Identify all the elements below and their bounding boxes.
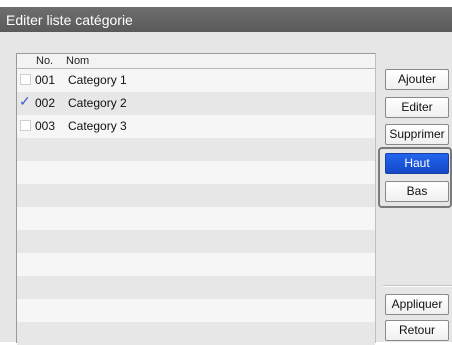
row-checkbox[interactable] [20, 120, 31, 131]
empty-row [17, 184, 375, 207]
list-row-003[interactable]: 003 Category 3 [17, 115, 375, 138]
empty-row [17, 161, 375, 184]
row-number: 002 [35, 96, 56, 110]
list-row-001[interactable]: 001 Category 1 [17, 69, 375, 92]
empty-row [17, 230, 375, 253]
list-header: No. Nom [17, 54, 375, 69]
category-list[interactable]: No. Nom 001 Category 1 ✓ 002 Category 2 … [16, 53, 376, 345]
haut-button[interactable]: Haut [385, 153, 449, 174]
row-name: Category 2 [68, 96, 127, 110]
title-bar: Editer liste catégorie [0, 0, 452, 34]
empty-row [17, 253, 375, 276]
supprimer-button[interactable]: Supprimer [385, 124, 449, 145]
separator [383, 285, 452, 287]
checkmark-icon[interactable]: ✓ [19, 94, 31, 108]
row-number: 003 [35, 119, 56, 133]
empty-row [17, 276, 375, 299]
action-panel: Ajouter Editer Supprimer Haut Bas Appliq… [377, 66, 452, 342]
row-checkbox[interactable] [20, 74, 31, 85]
empty-row [17, 138, 375, 161]
empty-row [17, 207, 375, 230]
bas-button[interactable]: Bas [385, 181, 449, 202]
column-header-nom[interactable]: Nom [66, 55, 89, 67]
list-row-002[interactable]: ✓ 002 Category 2 [17, 92, 375, 115]
appliquer-button[interactable]: Appliquer [385, 294, 449, 315]
column-header-no[interactable]: No. [36, 55, 53, 67]
move-button-group: Haut Bas [378, 147, 452, 208]
row-name: Category 3 [68, 119, 127, 133]
list-rows: 001 Category 1 ✓ 002 Category 2 003 Cate… [17, 69, 375, 345]
row-name: Category 1 [68, 73, 127, 87]
retour-button[interactable]: Retour [385, 320, 449, 341]
ajouter-button[interactable]: Ajouter [385, 69, 449, 90]
editer-button[interactable]: Editer [385, 97, 449, 118]
row-number: 001 [35, 73, 56, 87]
empty-row [17, 299, 375, 322]
window-title: Editer liste catégorie [6, 12, 133, 28]
